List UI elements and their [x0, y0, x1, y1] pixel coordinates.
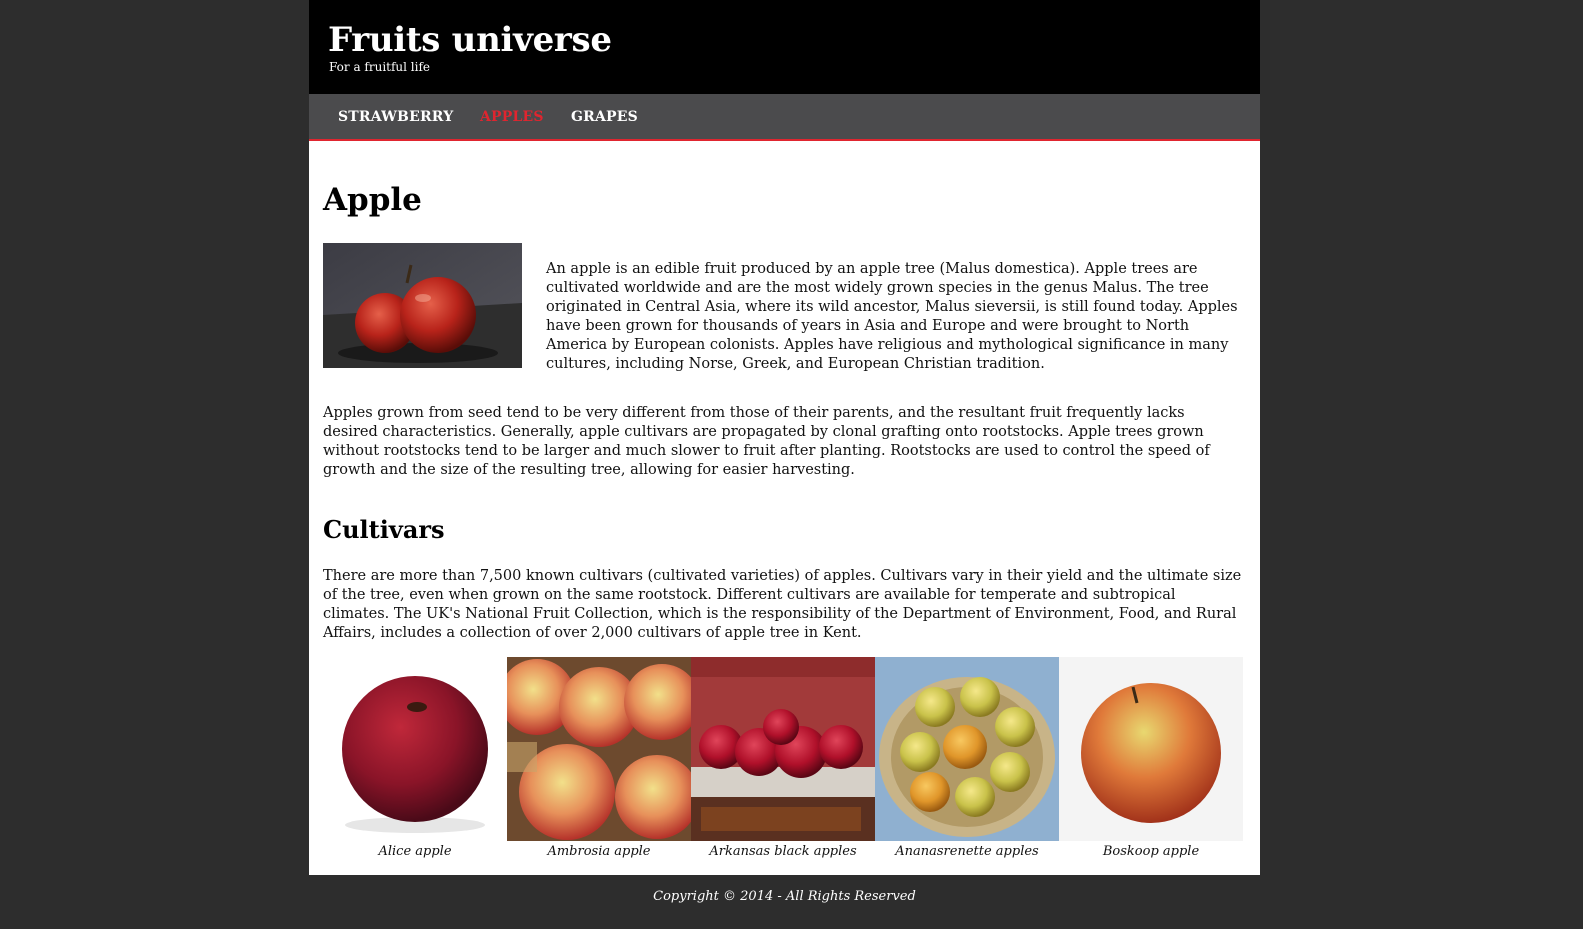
gallery-caption: Ananasrenette apples — [895, 844, 1039, 859]
cultivar-gallery: Alice apple Ambrosia apple Arkansas blac… — [323, 657, 1245, 867]
nav-item-apples[interactable]: APPLES — [480, 108, 544, 126]
gallery-item[interactable]: Arkansas black apples — [691, 657, 875, 867]
arkansas-black-apples-image[interactable] — [691, 657, 875, 841]
intro-paragraph: An apple is an edible fruit produced by … — [546, 261, 1238, 372]
apple-photo — [323, 243, 522, 368]
gallery-caption: Arkansas black apples — [709, 844, 857, 859]
main-nav: STRAWBERRY APPLES GRAPES — [309, 94, 1260, 141]
ananasrenette-apples-image[interactable] — [875, 657, 1059, 841]
page-title: Apple — [323, 182, 422, 218]
page-container: Fruits universe For a fruitful life STRA… — [309, 0, 1260, 875]
gallery-item[interactable]: Boskoop apple — [1059, 657, 1243, 867]
gallery-item[interactable]: Ananasrenette apples — [875, 657, 1059, 867]
alice-apple-image[interactable] — [323, 657, 507, 841]
boskoop-apple-image[interactable] — [1059, 657, 1243, 841]
gallery-caption: Ambrosia apple — [547, 844, 651, 859]
section-heading-cultivars: Cultivars — [323, 515, 445, 544]
nav-item-strawberry[interactable]: STRAWBERRY — [338, 108, 453, 126]
cultivars-paragraph: There are more than 7,500 known cultivar… — [323, 568, 1242, 641]
site-header: Fruits universe For a fruitful life — [309, 0, 1260, 94]
footer-copyright: Copyright © 2014 - All Rights Reserved — [653, 889, 916, 904]
site-title[interactable]: Fruits universe — [328, 19, 612, 61]
gallery-caption: Alice apple — [378, 844, 452, 859]
gallery-caption: Boskoop apple — [1102, 844, 1200, 859]
site-tagline: For a fruitful life — [329, 60, 431, 74]
gallery-item[interactable]: Alice apple — [323, 657, 507, 867]
nav-item-grapes[interactable]: GRAPES — [571, 108, 638, 126]
ambrosia-apple-image[interactable] — [507, 657, 691, 841]
rootstock-paragraph: Apples grown from seed tend to be very d… — [323, 405, 1210, 478]
gallery-item[interactable]: Ambrosia apple — [507, 657, 691, 867]
